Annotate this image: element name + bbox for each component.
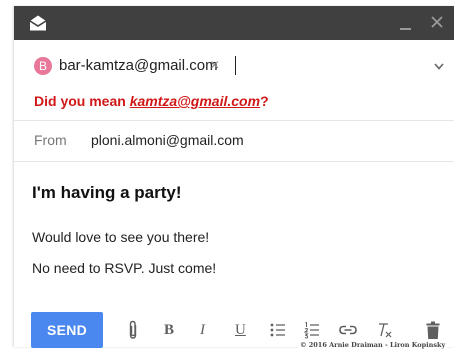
mail-icon [29, 15, 47, 31]
suggestion-prefix: Did you mean [34, 93, 130, 109]
subject-text[interactable]: I'm having a party! [32, 183, 182, 203]
compose-window: B bar-kamtza@gmail.com × Did you mean ka… [14, 6, 454, 350]
underline-button[interactable]: U [235, 320, 246, 340]
compose-titlebar[interactable] [14, 6, 454, 40]
to-field[interactable]: B bar-kamtza@gmail.com × [14, 52, 454, 82]
close-icon[interactable] [430, 15, 444, 29]
from-label: From [34, 132, 67, 148]
numbered-list-icon[interactable] [304, 320, 320, 340]
suggestion-suffix: ? [260, 93, 269, 109]
send-button[interactable]: SEND [31, 312, 103, 348]
remove-recipient-icon[interactable]: × [210, 57, 219, 75]
minimize-icon[interactable] [400, 28, 411, 30]
chevron-down-icon[interactable] [434, 63, 444, 70]
recipient-email[interactable]: bar-kamtza@gmail.com [59, 57, 218, 75]
trash-icon[interactable] [426, 320, 440, 340]
paperclip-icon[interactable] [127, 320, 139, 340]
italic-button[interactable]: I [200, 320, 205, 340]
divider [14, 161, 454, 162]
link-icon[interactable] [338, 320, 358, 340]
bulleted-list-icon[interactable] [270, 320, 286, 340]
address-suggestion: Did you mean kamtza@gmail.com? [34, 92, 269, 110]
copyright-credit: © 2016 Arnie Draiman - Liron Kopinsky [298, 341, 448, 350]
bold-button[interactable]: B [164, 320, 174, 340]
from-address[interactable]: ploni.almoni@gmail.com [91, 131, 244, 149]
divider [14, 120, 454, 121]
clear-formatting-icon[interactable] [375, 320, 393, 340]
recipient-avatar: B [34, 57, 52, 75]
text-cursor [235, 56, 236, 75]
body-text-line[interactable]: No need to RSVP. Just come! [32, 259, 216, 277]
body-text-line[interactable]: Would love to see you there! [32, 228, 209, 246]
suggested-address-link[interactable]: kamtza@gmail.com [130, 93, 260, 109]
